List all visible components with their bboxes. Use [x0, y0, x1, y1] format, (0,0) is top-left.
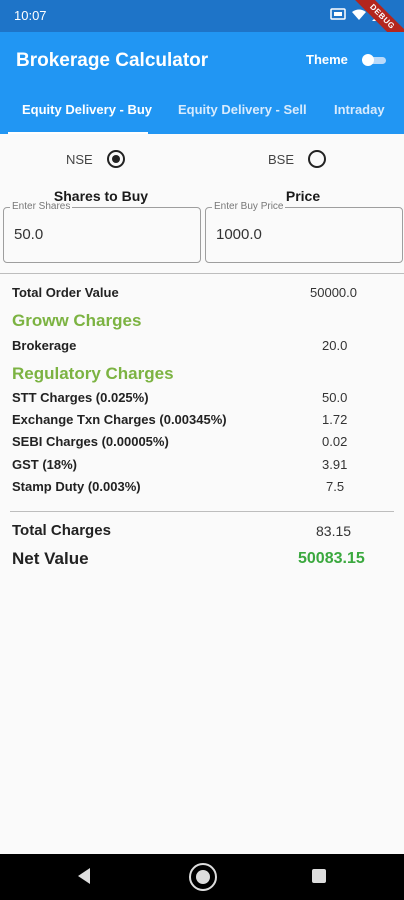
total-order-label: Total Order Value [12, 285, 119, 300]
groww-charges-heading: Groww Charges [12, 311, 142, 330]
brokerage-row: Brokerage 20.0 [12, 338, 392, 353]
charge-row: Stamp Duty (0.003%) 7.5 [12, 479, 392, 494]
price-input-value[interactable]: 1000.0 [216, 226, 262, 243]
shares-field-label: Enter Shares [10, 201, 73, 212]
shares-input-value[interactable]: 50.0 [14, 226, 43, 243]
charge-value: 7.5 [326, 479, 345, 494]
nse-option[interactable]: NSE [66, 150, 125, 168]
theme-toggle[interactable] [362, 54, 386, 66]
toggle-knob [362, 54, 374, 66]
total-charges-label: Total Charges [12, 522, 111, 539]
charge-value: 50.0 [322, 390, 348, 405]
shares-field[interactable]: Enter Shares 50.0 [3, 201, 201, 263]
bse-label: BSE [268, 151, 295, 167]
nse-label: NSE [66, 151, 93, 167]
brokerage-label: Brokerage [12, 338, 77, 353]
charge-value: 0.02 [322, 434, 348, 449]
wifi-icon [352, 8, 366, 26]
charge-label: STT Charges (0.025%) [12, 390, 149, 405]
tab-intraday[interactable]: Intraday [334, 102, 385, 117]
charge-label: SEBI Charges (0.00005%) [12, 434, 169, 449]
nse-radio[interactable] [106, 150, 125, 168]
net-value: 50083.15 [298, 550, 365, 567]
app-bar: Brokerage Calculator Theme Equity Delive… [0, 32, 404, 134]
charge-value: 3.91 [322, 457, 348, 472]
charge-label: Stamp Duty (0.003%) [12, 479, 141, 494]
total-order-row: Total Order Value 50000.0 [12, 285, 392, 300]
net-value-label: Net Value [12, 549, 89, 568]
theme-label: Theme [306, 52, 348, 67]
tab-equity-delivery-sell[interactable]: Equity Delivery - Sell [178, 102, 307, 117]
status-bar: 10:07 DEBUG [0, 0, 404, 58]
back-icon[interactable] [78, 868, 90, 884]
brokerage-value: 20.0 [322, 338, 348, 353]
charge-label: Exchange Txn Charges (0.00345%) [12, 412, 227, 427]
home-icon[interactable] [189, 863, 217, 891]
total-order-value: 50000.0 [310, 285, 357, 300]
charge-label: GST (18%) [12, 457, 78, 472]
bse-radio[interactable] [308, 150, 327, 168]
divider [10, 511, 394, 512]
screenshot-icon [330, 7, 346, 26]
charge-row: GST (18%) 3.91 [12, 457, 392, 472]
tab-equity-delivery-buy[interactable]: Equity Delivery - Buy [22, 102, 152, 117]
regulatory-charges-heading: Regulatory Charges [12, 364, 174, 383]
status-time: 10:07 [14, 8, 47, 23]
bse-option[interactable]: BSE [268, 150, 327, 168]
system-nav-bar [0, 854, 404, 900]
tab-bar: Equity Delivery - Buy Equity Delivery - … [0, 94, 404, 134]
charge-value: 1.72 [322, 412, 348, 427]
price-field-label: Enter Buy Price [212, 201, 286, 212]
app-title: Brokerage Calculator [16, 50, 209, 71]
tab-indicator [8, 132, 148, 134]
charge-row: Exchange Txn Charges (0.00345%) 1.72 [12, 412, 392, 427]
charge-row: STT Charges (0.025%) 50.0 [12, 390, 392, 405]
charge-row: SEBI Charges (0.00005%) 0.02 [12, 434, 392, 449]
divider [0, 273, 404, 274]
price-field[interactable]: Enter Buy Price 1000.0 [205, 201, 403, 263]
total-charges-value: 83.15 [316, 523, 352, 539]
recent-apps-icon[interactable] [312, 869, 326, 883]
